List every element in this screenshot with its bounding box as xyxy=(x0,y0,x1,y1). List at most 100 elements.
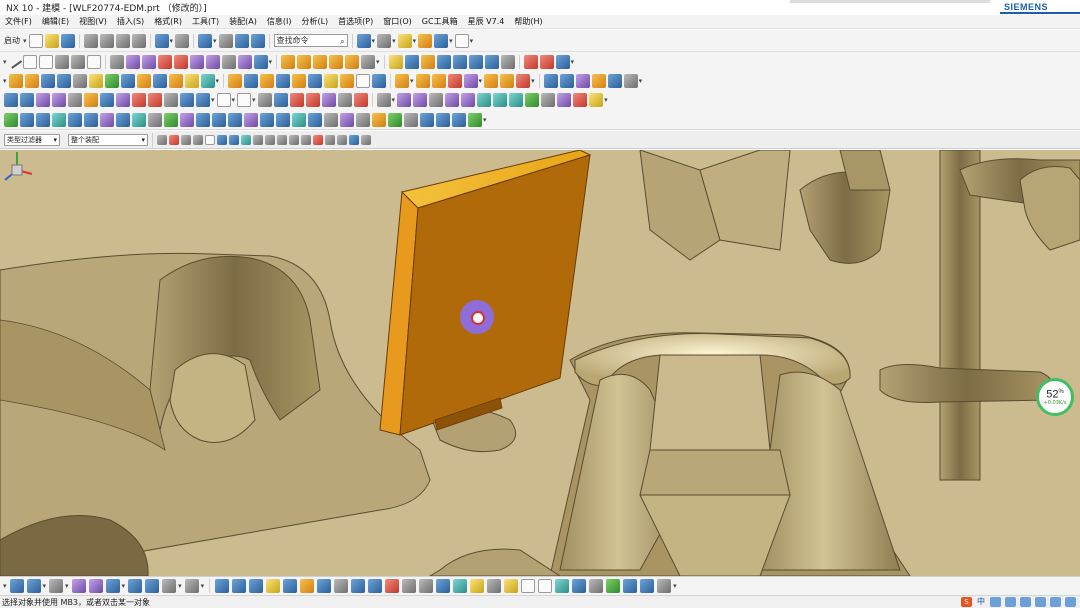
chevron-down-icon[interactable]: ▾ xyxy=(216,77,220,85)
menu-format[interactable]: 格式(R) xyxy=(149,16,187,27)
background-icon[interactable] xyxy=(454,33,469,48)
snap-grid-icon[interactable] xyxy=(241,134,251,145)
move-layer-icon[interactable] xyxy=(232,579,247,593)
start-menu-button[interactable]: 启动 xyxy=(4,35,20,46)
command-search-input[interactable]: 查找命令 ⌕ xyxy=(273,34,348,47)
view-front-icon[interactable] xyxy=(105,579,120,593)
intersect-curve-icon[interactable] xyxy=(157,54,172,69)
through-mesh-icon[interactable] xyxy=(436,54,451,69)
subtract-icon[interactable] xyxy=(168,73,183,88)
delete-icon[interactable] xyxy=(131,33,146,48)
resize-blend-icon[interactable] xyxy=(463,73,478,88)
linear-dim-icon[interactable] xyxy=(559,73,574,88)
replace-face-icon[interactable] xyxy=(447,73,462,88)
funnel-icon[interactable] xyxy=(266,579,281,593)
project-curve-icon[interactable] xyxy=(141,54,156,69)
make-coaxial-icon[interactable] xyxy=(623,73,638,88)
magnet-icon[interactable] xyxy=(273,93,288,107)
line-icon[interactable] xyxy=(7,54,22,69)
touch-mode-icon[interactable] xyxy=(218,33,233,48)
chevron-down-icon[interactable]: ▾ xyxy=(376,58,380,66)
name-icon[interactable] xyxy=(452,112,466,127)
drawing-icon[interactable] xyxy=(292,112,306,127)
join-curve-icon[interactable] xyxy=(237,54,252,69)
section-curve-icon[interactable] xyxy=(205,54,220,69)
offset-region-icon[interactable] xyxy=(431,73,446,88)
chevron-down-icon[interactable]: ▾ xyxy=(479,77,483,85)
graphics-window[interactable]: 52% +0.03K/s xyxy=(0,150,1080,576)
chevron-down-icon[interactable]: ▾ xyxy=(372,37,376,45)
menu-xingchen[interactable]: 星辰 V7.4 xyxy=(463,16,510,27)
arc-icon[interactable] xyxy=(22,54,37,69)
curve-length-icon[interactable] xyxy=(361,54,376,69)
core-icon[interactable] xyxy=(100,112,114,127)
text-info-icon[interactable] xyxy=(487,579,502,593)
checklist-icon[interactable] xyxy=(589,93,604,107)
cylinder-icon[interactable] xyxy=(56,73,71,88)
grid-square-icon[interactable] xyxy=(148,112,162,127)
menu-window[interactable]: 窗口(O) xyxy=(378,16,417,27)
menu-tools[interactable]: 工具(T) xyxy=(187,16,224,27)
check-icon[interactable] xyxy=(164,112,178,127)
view-rotate-icon[interactable] xyxy=(49,579,64,593)
edit-icon[interactable] xyxy=(504,579,519,593)
text-tool-icon[interactable] xyxy=(257,93,272,107)
measure-distance-icon[interactable] xyxy=(84,93,98,107)
chevron-down-icon[interactable]: ▾ xyxy=(252,96,256,104)
frame-icon[interactable] xyxy=(216,93,231,107)
box-icon[interactable] xyxy=(509,93,524,107)
offset-face-icon[interactable] xyxy=(324,73,339,88)
render-style-icon[interactable] xyxy=(377,33,392,48)
leaf-icon[interactable] xyxy=(388,112,402,127)
menu-edit[interactable]: 编辑(E) xyxy=(37,16,74,27)
settings-icon[interactable] xyxy=(1065,597,1076,607)
draft-icon[interactable] xyxy=(276,73,291,88)
revolve-icon[interactable] xyxy=(24,73,39,88)
angular-dim-icon[interactable] xyxy=(575,73,590,88)
view-wire-icon[interactable] xyxy=(128,579,143,593)
close-icon[interactable] xyxy=(353,93,368,107)
chevron-down-icon[interactable]: ▾ xyxy=(470,37,474,45)
menu-analysis[interactable]: 分析(L) xyxy=(296,16,333,27)
menu-view[interactable]: 视图(V) xyxy=(74,16,112,27)
parting-icon[interactable] xyxy=(84,112,98,127)
sogou-ime-icon[interactable]: S xyxy=(961,597,972,607)
redo-icon[interactable] xyxy=(175,33,190,48)
chevron-down-icon[interactable]: ▾ xyxy=(211,96,215,104)
snap-end-icon[interactable] xyxy=(193,134,203,145)
chevron-down-icon[interactable]: ▾ xyxy=(392,37,396,45)
multi-icon[interactable] xyxy=(420,112,434,127)
language-indicator[interactable]: 中 xyxy=(976,597,986,607)
part-icon[interactable] xyxy=(20,112,34,127)
paint-icon[interactable] xyxy=(413,93,428,107)
dots-grid-icon[interactable] xyxy=(436,112,450,127)
trim-body-icon[interactable] xyxy=(292,73,307,88)
wcs-rotate-icon[interactable] xyxy=(419,579,434,593)
datum-plane-icon[interactable] xyxy=(4,93,18,107)
isoparametric-curve-icon[interactable] xyxy=(221,54,236,69)
emoji-icon[interactable] xyxy=(1005,597,1016,607)
check-wall-icon[interactable] xyxy=(324,112,338,127)
page-icon[interactable] xyxy=(521,579,536,593)
make-coplanar-icon[interactable] xyxy=(607,73,622,88)
clip-section-icon[interactable] xyxy=(148,93,162,107)
block-icon[interactable] xyxy=(40,73,55,88)
extract-curve-icon[interactable] xyxy=(189,54,204,69)
microphone-icon[interactable] xyxy=(1020,597,1031,607)
thicken-icon[interactable] xyxy=(356,73,371,88)
chevron-down-icon[interactable]: ▾ xyxy=(531,77,535,85)
chevron-down-icon[interactable]: ▾ xyxy=(392,96,396,104)
wcs-icon[interactable] xyxy=(385,579,400,593)
n-sided-surface-icon[interactable] xyxy=(468,54,483,69)
chevron-down-icon[interactable]: ▾ xyxy=(269,58,273,66)
menu-insert[interactable]: 插入(S) xyxy=(112,16,149,27)
mold-icon[interactable] xyxy=(52,112,66,127)
scope-select[interactable]: 整个装配 ▾ xyxy=(68,133,148,146)
hide-icon[interactable] xyxy=(317,579,332,593)
window-icon[interactable] xyxy=(198,33,213,48)
chevron-down-icon[interactable]: ▾ xyxy=(122,582,126,590)
menu-assemblies[interactable]: 装配(A) xyxy=(224,16,262,27)
chevron-down-icon[interactable]: ▾ xyxy=(201,582,205,590)
punctuation-icon[interactable] xyxy=(990,597,1001,607)
network-monitor-widget[interactable]: 52% +0.03K/s xyxy=(1036,378,1074,416)
